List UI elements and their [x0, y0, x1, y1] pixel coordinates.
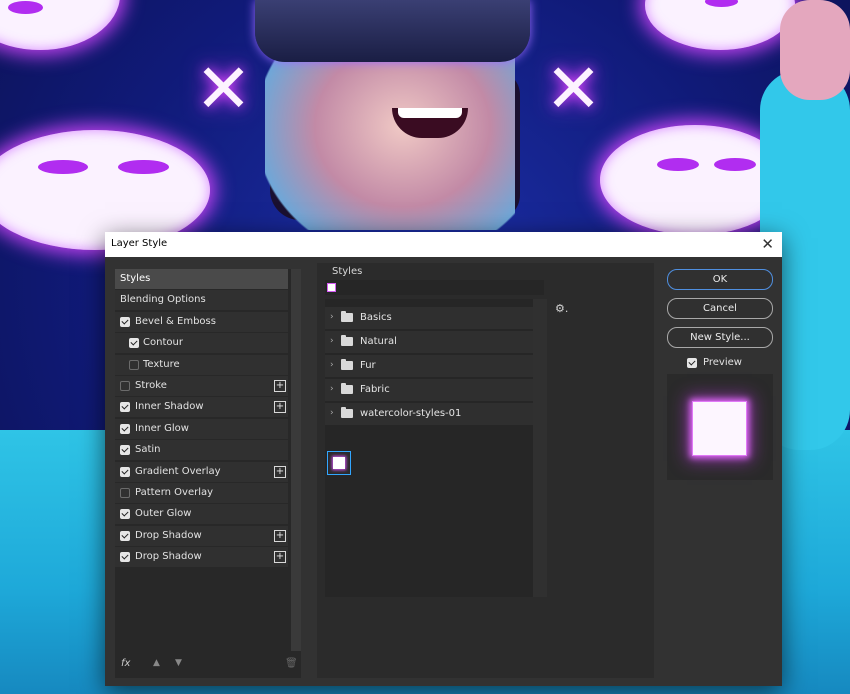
- style-folder-fabric[interactable]: › Fabric: [325, 379, 533, 401]
- effect-item-label: Blending Options: [120, 294, 206, 305]
- effect-item-label: Inner Shadow: [135, 401, 204, 412]
- style-folder-list: › Basics › Natural › Fur › Fabric › wate…: [325, 299, 547, 597]
- effect-item-label: Outer Glow: [135, 508, 192, 519]
- effect-checkbox[interactable]: [120, 317, 130, 327]
- effects-scrollbar[interactable]: [291, 269, 301, 651]
- effect-checkbox[interactable]: [120, 381, 130, 391]
- style-folder-natural[interactable]: › Natural: [325, 331, 533, 353]
- star-x-mark: ✕: [545, 50, 602, 129]
- effect-checkbox[interactable]: [120, 552, 130, 562]
- cancel-button[interactable]: Cancel: [667, 298, 773, 319]
- smiley-sticker: [645, 0, 795, 50]
- chevron-right-icon[interactable]: ›: [330, 312, 334, 322]
- effect-item-label: Pattern Overlay: [135, 487, 214, 498]
- effect-item-label: Inner Glow: [135, 423, 189, 434]
- folder-icon: [341, 359, 353, 370]
- folder-icon: [341, 407, 353, 418]
- chevron-right-icon[interactable]: ›: [330, 408, 334, 418]
- plus-icon[interactable]: +: [274, 466, 286, 478]
- effect-checkbox[interactable]: [129, 360, 139, 370]
- effect-checkbox[interactable]: [120, 509, 130, 519]
- vr-visor: [255, 0, 530, 62]
- chevron-right-icon[interactable]: ›: [330, 360, 334, 370]
- dialog-title: Layer Style: [111, 238, 168, 249]
- effect-checkbox[interactable]: [120, 467, 130, 477]
- teeth: [398, 108, 462, 118]
- effect-item-label: Texture: [143, 359, 180, 370]
- effect-item-label: Drop Shadow: [135, 551, 202, 562]
- effect-item-satin[interactable]: Satin: [115, 440, 288, 460]
- effect-item-label: Satin: [135, 444, 161, 455]
- effect-item-inner-glow[interactable]: Inner Glow: [115, 419, 288, 439]
- chevron-right-icon[interactable]: ›: [330, 336, 334, 346]
- fx-icon[interactable]: fx: [121, 658, 130, 669]
- folder-label: Fur: [360, 360, 376, 371]
- folder-icon: [341, 383, 353, 394]
- style-swatch-bar: [325, 280, 544, 295]
- effect-item-label: Bevel & Emboss: [135, 316, 216, 327]
- dialog-titlebar[interactable]: Layer Style ✕: [105, 232, 782, 257]
- effect-item-inner-shadow[interactable]: Inner Shadow +: [115, 397, 288, 417]
- styles-panel-label: Styles: [332, 266, 363, 277]
- effect-item-outer-glow[interactable]: Outer Glow: [115, 504, 288, 524]
- folder-label: Fabric: [360, 384, 390, 395]
- star-x-mark: ✕: [195, 50, 252, 129]
- effect-checkbox[interactable]: [120, 531, 130, 541]
- ok-button[interactable]: OK: [667, 269, 773, 290]
- effect-item-label: Stroke: [135, 380, 167, 391]
- effect-item-bevel-emboss[interactable]: Bevel & Emboss: [115, 312, 288, 332]
- effect-item-pattern-overlay[interactable]: Pattern Overlay: [115, 483, 288, 503]
- effect-checkbox[interactable]: [129, 338, 139, 348]
- effect-checkbox[interactable]: [120, 445, 130, 455]
- effect-item-stroke[interactable]: Stroke +: [115, 376, 288, 396]
- plus-icon[interactable]: +: [274, 401, 286, 413]
- smiley-sticker: [0, 0, 120, 50]
- arrow-down-icon[interactable]: ▼: [175, 658, 182, 668]
- style-preview-box: [667, 374, 773, 480]
- plus-icon[interactable]: +: [274, 380, 286, 392]
- style-folder-fur[interactable]: › Fur: [325, 355, 533, 377]
- effect-checkbox[interactable]: [120, 402, 130, 412]
- preview-checkbox[interactable]: [687, 358, 697, 368]
- plus-icon[interactable]: +: [274, 551, 286, 563]
- folder-label: watercolor-styles-01: [360, 408, 462, 419]
- gear-icon[interactable]: ⚙.: [555, 302, 568, 315]
- plus-icon[interactable]: +: [274, 530, 286, 542]
- effect-item-styles[interactable]: Styles: [115, 269, 288, 289]
- effect-item-label: Contour: [143, 337, 183, 348]
- close-icon[interactable]: ✕: [761, 235, 774, 253]
- new-style-button[interactable]: New Style...: [667, 327, 773, 348]
- chevron-right-icon[interactable]: ›: [330, 384, 334, 394]
- effect-item-texture[interactable]: Texture: [115, 355, 288, 375]
- preview-label: Preview: [703, 357, 742, 368]
- effect-checkbox[interactable]: [120, 488, 130, 498]
- effects-footer: fx ▲ ▼ 🗑: [115, 651, 301, 678]
- effect-item-contour[interactable]: Contour: [115, 333, 288, 353]
- folder-label: Basics: [360, 312, 392, 323]
- styles-panel: Styles ⚙. › Basics › Natural › Fur › Fab…: [317, 263, 654, 678]
- effects-list: Styles Blending Options Bevel & Emboss C…: [115, 269, 301, 678]
- effect-item-blending-options[interactable]: Blending Options: [115, 290, 288, 310]
- effect-item-label: Gradient Overlay: [135, 466, 221, 477]
- styles-scrollbar[interactable]: [533, 299, 547, 597]
- effect-checkbox[interactable]: [120, 424, 130, 434]
- folder-icon: [341, 311, 353, 322]
- folder-icon: [341, 335, 353, 346]
- effect-item-gradient-overlay[interactable]: Gradient Overlay +: [115, 462, 288, 482]
- style-preview-square: [692, 401, 747, 456]
- current-style-swatch[interactable]: [327, 283, 336, 292]
- style-folder-watercolor[interactable]: › watercolor-styles-01: [325, 403, 533, 425]
- style-thumbnail-selected[interactable]: [327, 451, 351, 475]
- effect-item-drop-shadow[interactable]: Drop Shadow +: [115, 547, 288, 567]
- folder-label: Natural: [360, 336, 397, 347]
- hand: [780, 0, 850, 100]
- layer-style-dialog: Layer Style ✕ Styles Blending Options Be…: [105, 232, 782, 686]
- effect-item-drop-shadow[interactable]: Drop Shadow +: [115, 526, 288, 546]
- arrow-up-icon[interactable]: ▲: [153, 658, 160, 668]
- trash-icon[interactable]: 🗑: [285, 658, 298, 669]
- effect-item-label: Styles: [120, 273, 151, 284]
- effect-item-label: Drop Shadow: [135, 530, 202, 541]
- style-thumbnail-preview: [333, 457, 345, 469]
- style-folder-basics[interactable]: › Basics: [325, 307, 533, 329]
